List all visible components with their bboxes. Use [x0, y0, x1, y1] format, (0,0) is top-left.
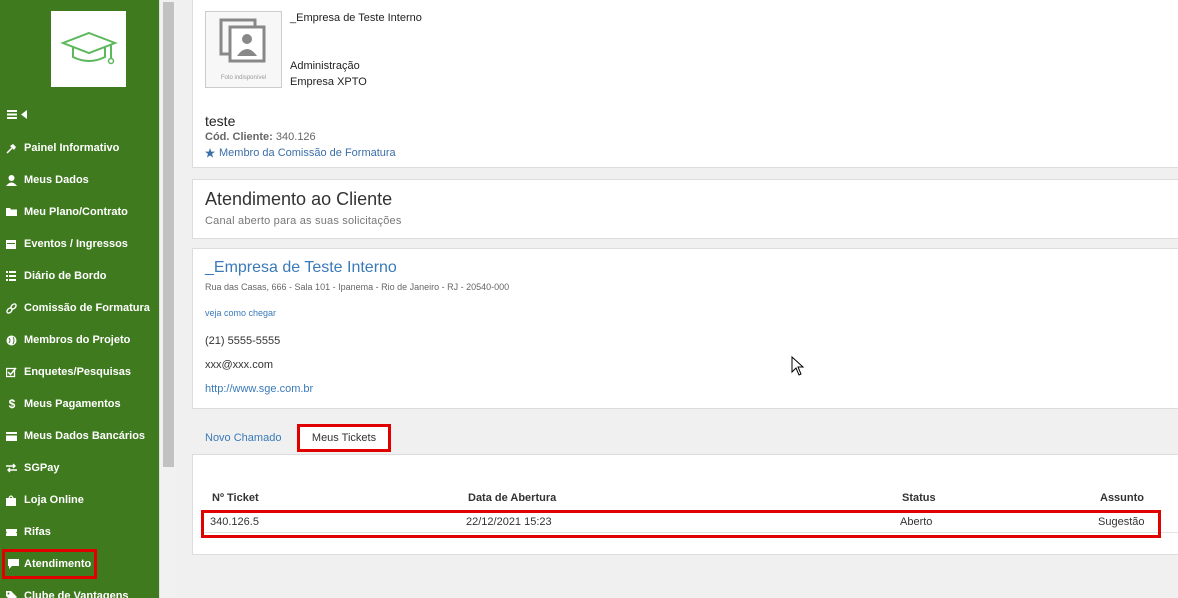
graduation-cap-icon	[59, 31, 118, 65]
sidebar-item-label: Meu Plano/Contrato	[24, 206, 128, 218]
map-link[interactable]: veja como chegar	[205, 308, 276, 318]
ticket-icon	[0, 528, 24, 537]
tab-meus-tickets[interactable]: Meus Tickets	[297, 424, 391, 452]
scrollbar-thumb[interactable]	[163, 2, 174, 467]
sidebar-item-label: Comissão de Formatura	[24, 302, 150, 314]
sidebar-item-enquetes[interactable]: Enquetes/Pesquisas	[0, 360, 159, 384]
sidebar-item-label: Loja Online	[24, 494, 84, 506]
pin-icon	[0, 143, 24, 154]
service-panel: Atendimento ao Cliente Canal aberto para…	[192, 179, 1178, 239]
checkbox-icon	[0, 367, 24, 378]
sidebar-scrollbar[interactable]	[159, 0, 176, 598]
sidebar-item-label: Membros do Projeto	[24, 334, 131, 346]
sidebar-item-label: Atendimento	[24, 558, 92, 570]
sidebar: Painel Informativo Meus Dados Meu Plano/…	[0, 0, 159, 598]
main-content: Foto indisponível _Empresa de Teste Inte…	[176, 0, 1178, 598]
photo-placeholder-icon	[219, 18, 266, 63]
profile-panel: Foto indisponível _Empresa de Teste Inte…	[192, 0, 1178, 168]
sidebar-item-label: Meus Dados	[24, 174, 89, 186]
hamburger-icon	[7, 110, 17, 119]
user-icon	[0, 174, 24, 186]
photo-caption: Foto indisponível	[220, 75, 267, 81]
column-header-date: Data de Abertura	[468, 492, 557, 504]
sidebar-item-painel-informativo[interactable]: Painel Informativo	[0, 136, 159, 160]
table-row-highlight[interactable]	[201, 510, 1161, 538]
sidebar-item-diario[interactable]: Diário de Bordo	[0, 264, 159, 288]
company-address: Rua das Casas, 666 - Sala 101 - Ipanema …	[205, 282, 510, 292]
globe-icon	[0, 335, 24, 346]
sidebar-item-label: Enquetes/Pesquisas	[24, 366, 131, 378]
column-header-subject: Assunto	[1100, 492, 1144, 504]
calendar-icon	[0, 239, 24, 249]
column-header-ticket: Nº Ticket	[212, 492, 259, 504]
company-info-panel: _Empresa de Teste Interno Rua das Casas,…	[192, 248, 1178, 409]
tab-novo-chamado[interactable]: Novo Chamado	[205, 424, 281, 452]
company-phone: (21) 5555-5555	[205, 335, 281, 347]
client-code: Cód. Cliente: 340.126	[205, 131, 316, 143]
tickets-table: Nº Ticket Data de Abertura Status Assunt…	[192, 454, 1178, 555]
sidebar-item-atendimento[interactable]: Atendimento	[2, 549, 97, 579]
sidebar-item-label: Eventos / Ingressos	[24, 238, 128, 250]
tag-icon	[0, 590, 24, 598]
company-website-link[interactable]: http://www.sge.com.br	[205, 383, 313, 395]
dollar-icon: $	[8, 397, 16, 411]
sidebar-item-sgpay[interactable]: SGPay	[0, 456, 159, 480]
comment-icon	[2, 559, 24, 569]
sidebar-item-dados-bancarios[interactable]: Meus Dados Bancários	[0, 424, 159, 448]
mouse-cursor-icon	[791, 356, 805, 376]
cell-subject: Sugestão	[1098, 516, 1145, 528]
caret-left-icon	[21, 110, 27, 119]
company-name: _Empresa de Teste Interno	[205, 259, 397, 276]
member-role-label: Membro da Comissão de Formatura	[219, 147, 396, 159]
sidebar-item-label: Meus Dados Bancários	[24, 430, 146, 442]
profile-company: _Empresa de Teste Interno	[290, 12, 422, 24]
sidebar-item-pagamentos[interactable]: $ Meus Pagamentos	[0, 392, 159, 416]
sidebar-item-label: Clube de Vantagens	[24, 590, 129, 598]
client-code-label: Cód. Cliente:	[205, 131, 273, 143]
list-icon	[0, 271, 24, 281]
profile-username: teste	[205, 113, 236, 129]
profile-photo: Foto indisponível	[205, 11, 282, 88]
sidebar-item-rifas[interactable]: Rifas	[0, 520, 159, 544]
sidebar-item-membros[interactable]: Membros do Projeto	[0, 328, 159, 352]
profile-company-sub: Empresa XPTO	[290, 76, 367, 88]
logo[interactable]	[51, 11, 126, 87]
page-title: Atendimento ao Cliente	[205, 189, 393, 209]
sidebar-item-label: Rifas	[24, 526, 51, 538]
cell-ticket-number[interactable]: 340.126.5	[210, 516, 259, 528]
company-email: xxx@xxx.com	[205, 359, 274, 371]
card-icon	[0, 431, 24, 441]
cell-status: Aberto	[900, 516, 933, 528]
sidebar-item-clube[interactable]: Clube de Vantagens	[0, 584, 159, 598]
sidebar-item-meu-plano[interactable]: Meu Plano/Contrato	[0, 200, 159, 224]
link-icon	[0, 302, 24, 314]
sidebar-item-meus-dados[interactable]: Meus Dados	[0, 168, 159, 192]
sidebar-item-comissao[interactable]: Comissão de Formatura	[0, 296, 159, 320]
folder-icon	[0, 207, 24, 217]
member-role: Membro da Comissão de Formatura	[205, 147, 396, 159]
star-icon	[205, 148, 215, 158]
menu-toggle[interactable]	[7, 110, 27, 119]
sidebar-item-eventos[interactable]: Eventos / Ingressos	[0, 232, 159, 256]
cell-date: 22/12/2021 15:23	[466, 516, 552, 528]
client-code-value: 340.126	[275, 131, 316, 143]
sidebar-item-label: Diário de Bordo	[24, 270, 107, 282]
sidebar-item-label: Painel Informativo	[24, 142, 120, 154]
transfer-icon	[0, 463, 24, 473]
sidebar-item-label: SGPay	[24, 462, 60, 474]
column-header-status: Status	[902, 492, 936, 504]
profile-role: Administração	[290, 60, 360, 72]
sidebar-item-loja[interactable]: Loja Online	[0, 488, 159, 512]
page-subtitle: Canal aberto para as suas solicitações	[205, 215, 402, 227]
bag-icon	[0, 494, 24, 506]
sidebar-item-label: Meus Pagamentos	[24, 398, 121, 410]
